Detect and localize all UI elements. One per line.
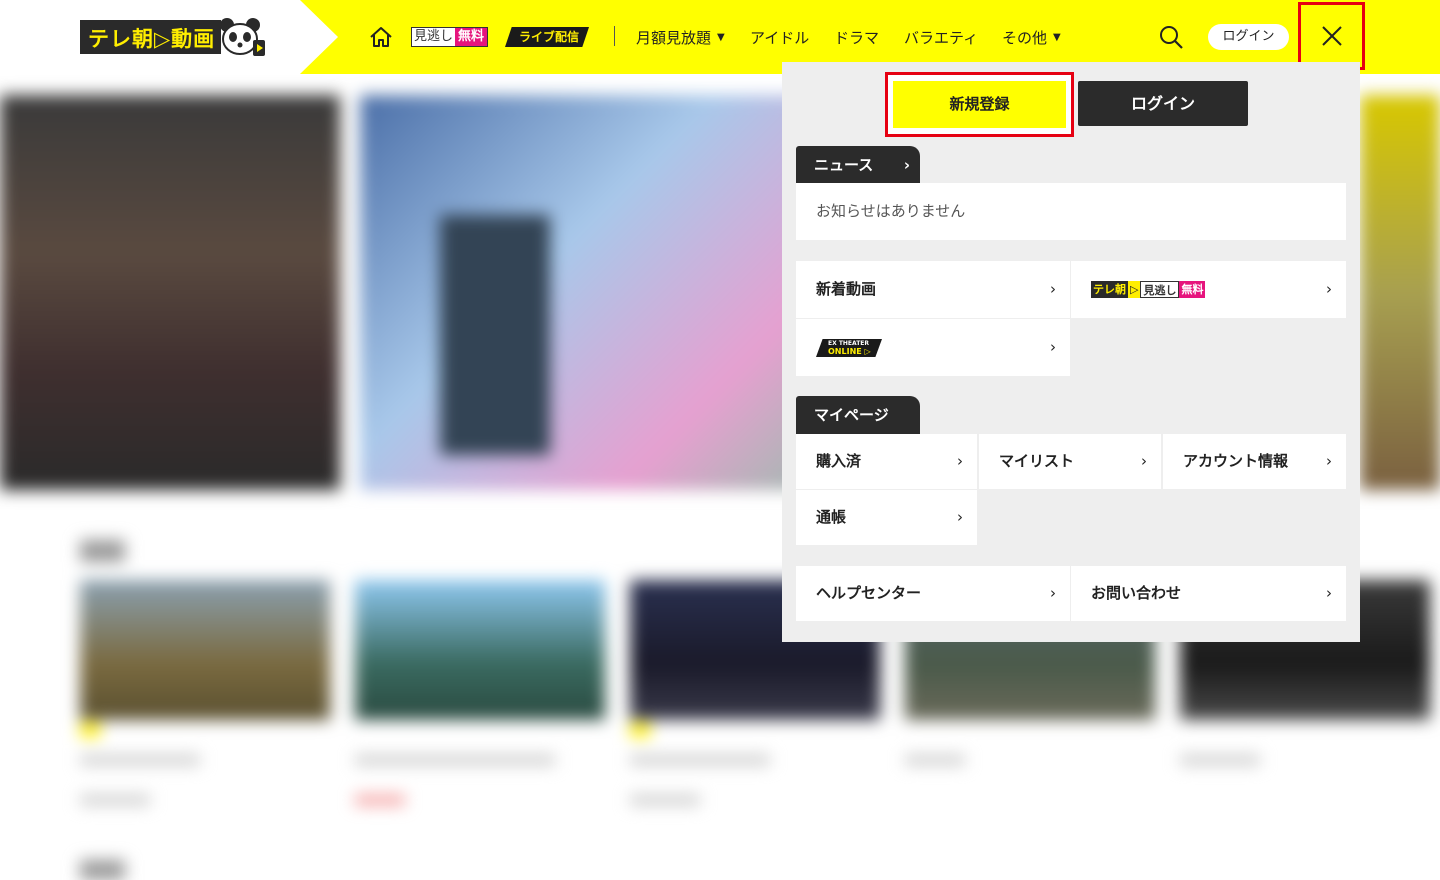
new-videos-link[interactable]: 新着動画 › [796,261,1070,318]
chevron-right-icon: › [1326,452,1332,470]
nav-other-label: その他 [1002,28,1048,47]
news-empty-message: お知らせはありません [796,183,1346,240]
mypage-tab: マイページ [796,396,920,434]
home-icon[interactable] [368,0,394,74]
miru-free-link[interactable]: テレ朝 ▷ 見逃し 無料 › [1071,261,1346,318]
free-label: 無料 [455,28,488,46]
hero-banner-left [0,95,340,490]
close-icon [1321,26,1342,46]
video-card [80,580,330,720]
nav-monthly-label: 月額見放題 [636,28,712,47]
section-heading-placeholder [80,540,125,562]
menu-login-button[interactable]: ログイン [1078,81,1248,126]
help-center-link[interactable]: ヘルプセンター › [796,566,1070,621]
account-info-label: アカウント情報 [1183,452,1289,470]
hero-banner-right [1360,95,1440,490]
mylist-label: マイリスト [999,452,1075,470]
contact-label: お問い合わせ [1091,584,1182,602]
close-menu-button[interactable] [1298,2,1365,70]
chevron-right-icon: › [1326,280,1332,298]
nav-divider [614,26,615,46]
chevron-right-icon: › [903,156,910,174]
news-tab[interactable]: ニュース › [796,146,920,184]
help-center-label: ヘルプセンター [816,584,922,602]
chevron-right-icon: › [1141,452,1147,470]
ex-theater-link[interactable]: EX THEATER ONLINE ▷ › [796,319,1070,376]
logo-text: テレ朝▷動画 [80,20,222,54]
chevron-right-icon: › [957,508,963,526]
nav-miru-free[interactable]: 見逃し 無料 [411,0,489,74]
contact-link[interactable]: お問い合わせ › [1071,566,1346,621]
nav-live[interactable]: ライブ配信 [505,0,590,74]
miru-label: 見逃し [412,28,456,46]
chevron-right-icon: › [957,452,963,470]
header-login-button[interactable]: ログイン [1208,24,1289,50]
new-videos-label: 新着動画 [816,280,877,298]
mascot-logo-icon [220,18,266,56]
mypage-tab-label: マイページ [814,406,889,424]
passbook-label: 通帳 [816,508,847,526]
register-button[interactable]: 新規登録 [893,81,1066,128]
purchased-link[interactable]: 購入済 › [796,434,977,489]
miru-logo-part: 無料 [1179,281,1206,298]
passbook-link[interactable]: 通帳 › [796,490,977,545]
miru-logo-part: ▷ [1128,281,1141,298]
ex-theater-logo-bottom: ONLINE ▷ [828,347,871,356]
mylist-link[interactable]: マイリスト › [979,434,1161,489]
chevron-right-icon: › [1050,338,1056,356]
purchased-label: 購入済 [816,452,862,470]
register-button-highlight[interactable]: 新規登録 [885,72,1074,137]
nav-idol-label: アイドル [750,28,810,47]
account-info-link[interactable]: アカウント情報 › [1163,434,1346,489]
site-logo[interactable]: テレ朝▷動画 [80,18,267,56]
ex-theater-logo-top: EX THEATER [828,340,870,347]
news-tab-label: ニュース [814,156,874,174]
chevron-right-icon: › [1326,584,1332,602]
live-label: ライブ配信 [505,27,590,47]
chevron-down-icon: ▼ [1053,31,1061,43]
video-card [355,580,605,720]
nav-drama-label: ドラマ [834,28,880,47]
miru-free-logo: テレ朝 ▷ 見逃し 無料 [1091,281,1206,298]
miru-logo-part: 見逃し [1140,281,1180,298]
chevron-right-icon: › [1050,280,1056,298]
nav-monthly[interactable]: 月額見放題 ▼ [636,0,725,74]
chevron-down-icon: ▼ [717,31,725,43]
nav-variety-label: バラエティ [904,28,979,47]
chevron-right-icon: › [1050,584,1056,602]
ex-theater-logo: EX THEATER ONLINE ▷ [816,339,882,357]
miru-logo-part: テレ朝 [1091,281,1128,298]
